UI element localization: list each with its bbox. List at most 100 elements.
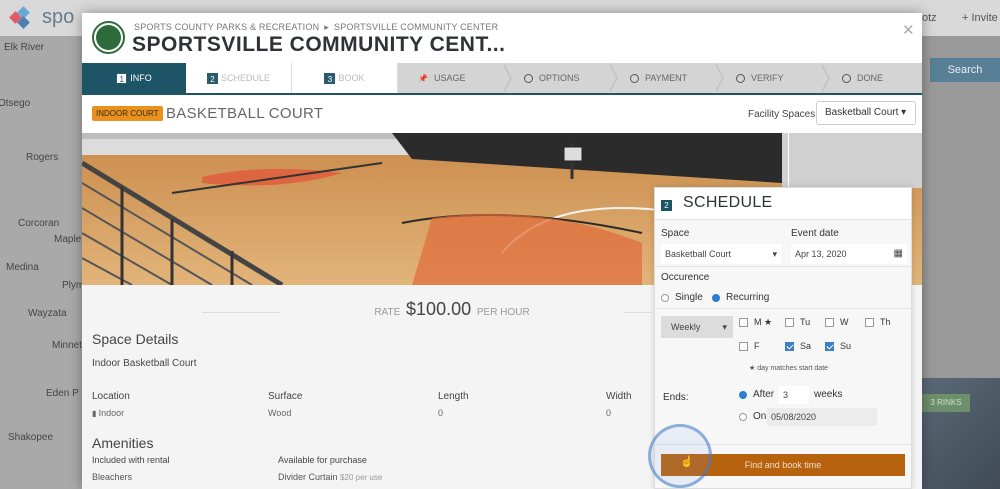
- schedule-title: SCHEDULE: [683, 194, 773, 211]
- chevron-right-icon: [608, 63, 618, 93]
- app-logo-text: spo: [42, 6, 75, 28]
- step-payment[interactable]: PAYMENT: [610, 63, 724, 93]
- ends-on-label: On: [753, 411, 767, 422]
- modal-header: SPORTS COUNTY PARKS & RECREATION ▸ SPORTSV…: [82, 13, 922, 63]
- chevron-right-icon: [714, 63, 724, 93]
- single-radio[interactable]: [661, 294, 669, 302]
- included-item: Bleachers: [92, 472, 133, 482]
- step-circle-icon: [524, 73, 533, 83]
- day-checkbox-tu[interactable]: [785, 318, 794, 327]
- close-icon[interactable]: ✕: [902, 21, 915, 39]
- schedule-header: 2 SCHEDULE: [655, 188, 911, 220]
- county-seal-icon: [92, 21, 125, 54]
- weeks-label: weeks: [814, 389, 843, 400]
- amenities-title: Amenities: [92, 435, 154, 451]
- ends-after-label: After: [753, 389, 775, 400]
- detail-header-location: Location: [92, 391, 130, 402]
- step-number: 2: [206, 72, 218, 84]
- booking-steps: 1 INFO 2 SCHEDULE 3 BOOK 📌 USAGE OPTIONS PAYMENT V…: [82, 63, 922, 93]
- rate-value: $100.00: [406, 299, 472, 319]
- facility-name: BASKETBALL COURT: [166, 105, 324, 122]
- map-town-label: Maple: [54, 234, 82, 245]
- invite-link[interactable]: + Invite: [962, 12, 998, 24]
- day-label-th: Th: [880, 317, 891, 327]
- day-checkbox-w[interactable]: [825, 318, 834, 327]
- step-label: BOOK: [338, 73, 365, 83]
- detail-value-location: ▮ Indoor: [92, 408, 125, 418]
- map-town-label: Rogers: [26, 152, 59, 163]
- detail-value-length: 0: [438, 408, 444, 418]
- user-menu[interactable]: otz: [922, 12, 937, 24]
- map-town-label: Wayzata: [28, 308, 67, 319]
- day-checkbox-th[interactable]: [865, 318, 874, 327]
- step-options[interactable]: OPTIONS: [504, 63, 618, 93]
- day-label-f: F: [754, 341, 760, 351]
- space-label: Space: [661, 228, 690, 239]
- search-button[interactable]: Search: [930, 58, 1000, 82]
- occurrence-label: Occurence: [661, 272, 710, 283]
- space-description: Indoor Basketball Court: [92, 358, 197, 369]
- step-label: PAYMENT: [645, 73, 688, 83]
- caret-down-icon: ▾: [722, 322, 727, 332]
- event-date-input[interactable]: Apr 13, 2020 ▦: [791, 244, 907, 264]
- map-town-label: Medina: [6, 262, 39, 273]
- detail-value-width: 0: [606, 408, 612, 418]
- ends-after-input[interactable]: 3: [779, 386, 809, 404]
- map-town-label: Minnet: [52, 340, 83, 351]
- recurring-radio[interactable]: [712, 294, 720, 302]
- step-info[interactable]: 1 INFO: [82, 63, 186, 93]
- frequency-select[interactable]: Weekly ▾: [661, 316, 733, 338]
- detail-header-length: Length: [438, 391, 469, 402]
- step-label: OPTIONS: [539, 73, 580, 83]
- building-icon: ▮: [92, 409, 99, 418]
- ends-on-radio[interactable]: [739, 413, 747, 421]
- detail-header-width: Width: [606, 391, 632, 402]
- caret-down-icon: ▾: [772, 249, 777, 259]
- app-logo-icon: [9, 6, 30, 29]
- purchase-item: Divider Curtain $20 per use: [278, 472, 383, 482]
- star-icon: ★: [761, 317, 773, 327]
- purchase-label: Available for purchase: [278, 455, 367, 465]
- day-checkbox-su[interactable]: [825, 342, 834, 351]
- ends-on-date-input[interactable]: 05/08/2020: [767, 408, 877, 426]
- facility-modal: SPORTS COUNTY PARKS & RECREATION ▸ SPORTSV…: [82, 13, 922, 489]
- day-label-sa: Sa: [800, 341, 812, 351]
- step-schedule[interactable]: 2 SCHEDULE: [186, 63, 292, 93]
- map-town-label: Otsego: [0, 98, 31, 109]
- step-done[interactable]: DONE: [822, 63, 922, 93]
- invite-label: Invite: [971, 12, 998, 24]
- calendar-icon: ▦: [893, 248, 903, 259]
- space-select[interactable]: Basketball Court ▾: [661, 244, 781, 264]
- map-town-label: Shakopee: [8, 432, 54, 443]
- step-label: DONE: [857, 73, 884, 83]
- rate-prefix: RATE: [374, 307, 401, 318]
- ends-label: Ends:: [663, 392, 689, 403]
- day-checkbox-sa[interactable]: [785, 342, 794, 351]
- map-town-label: Plym: [62, 280, 85, 291]
- ends-after-radio[interactable]: [739, 391, 747, 399]
- day-label-m: M ★: [754, 317, 773, 327]
- facility-spaces-select[interactable]: Basketball Court ▾: [816, 101, 916, 125]
- map-panel[interactable]: Elk River Otsego Rogers Corcoran Maple Medina…: [0, 36, 85, 489]
- rate-divider-left: [202, 312, 280, 313]
- rate-suffix: PER HOUR: [476, 307, 530, 318]
- pin-icon: 📌: [418, 73, 428, 83]
- step-label: VERIFY: [751, 73, 784, 83]
- day-checkbox-f[interactable]: [739, 342, 748, 351]
- chevron-right-icon: [820, 63, 830, 93]
- step-circle-icon: [842, 73, 851, 83]
- step-verify[interactable]: VERIFY: [716, 63, 830, 93]
- space-details-title: Space Details: [92, 331, 179, 347]
- step-book[interactable]: 3 BOOK: [292, 63, 398, 93]
- single-label: Single: [675, 292, 703, 303]
- day-label-tu: Tu: [800, 317, 811, 327]
- step-usage[interactable]: 📌 USAGE: [398, 63, 512, 93]
- step-number: 3: [324, 72, 336, 84]
- breadcrumb-item-center[interactable]: SPORTSVILLE COMMUNITY CENTER: [334, 22, 498, 32]
- detail-header-surface: Surface: [268, 391, 303, 402]
- map-town-label: Eden P: [46, 388, 79, 399]
- breadcrumb-item-county[interactable]: SPORTS COUNTY PARKS & RECREATION: [134, 22, 319, 32]
- day-checkbox-m[interactable]: [739, 318, 748, 327]
- event-date-label: Event date: [791, 228, 839, 239]
- included-label: Included with rental: [92, 455, 170, 465]
